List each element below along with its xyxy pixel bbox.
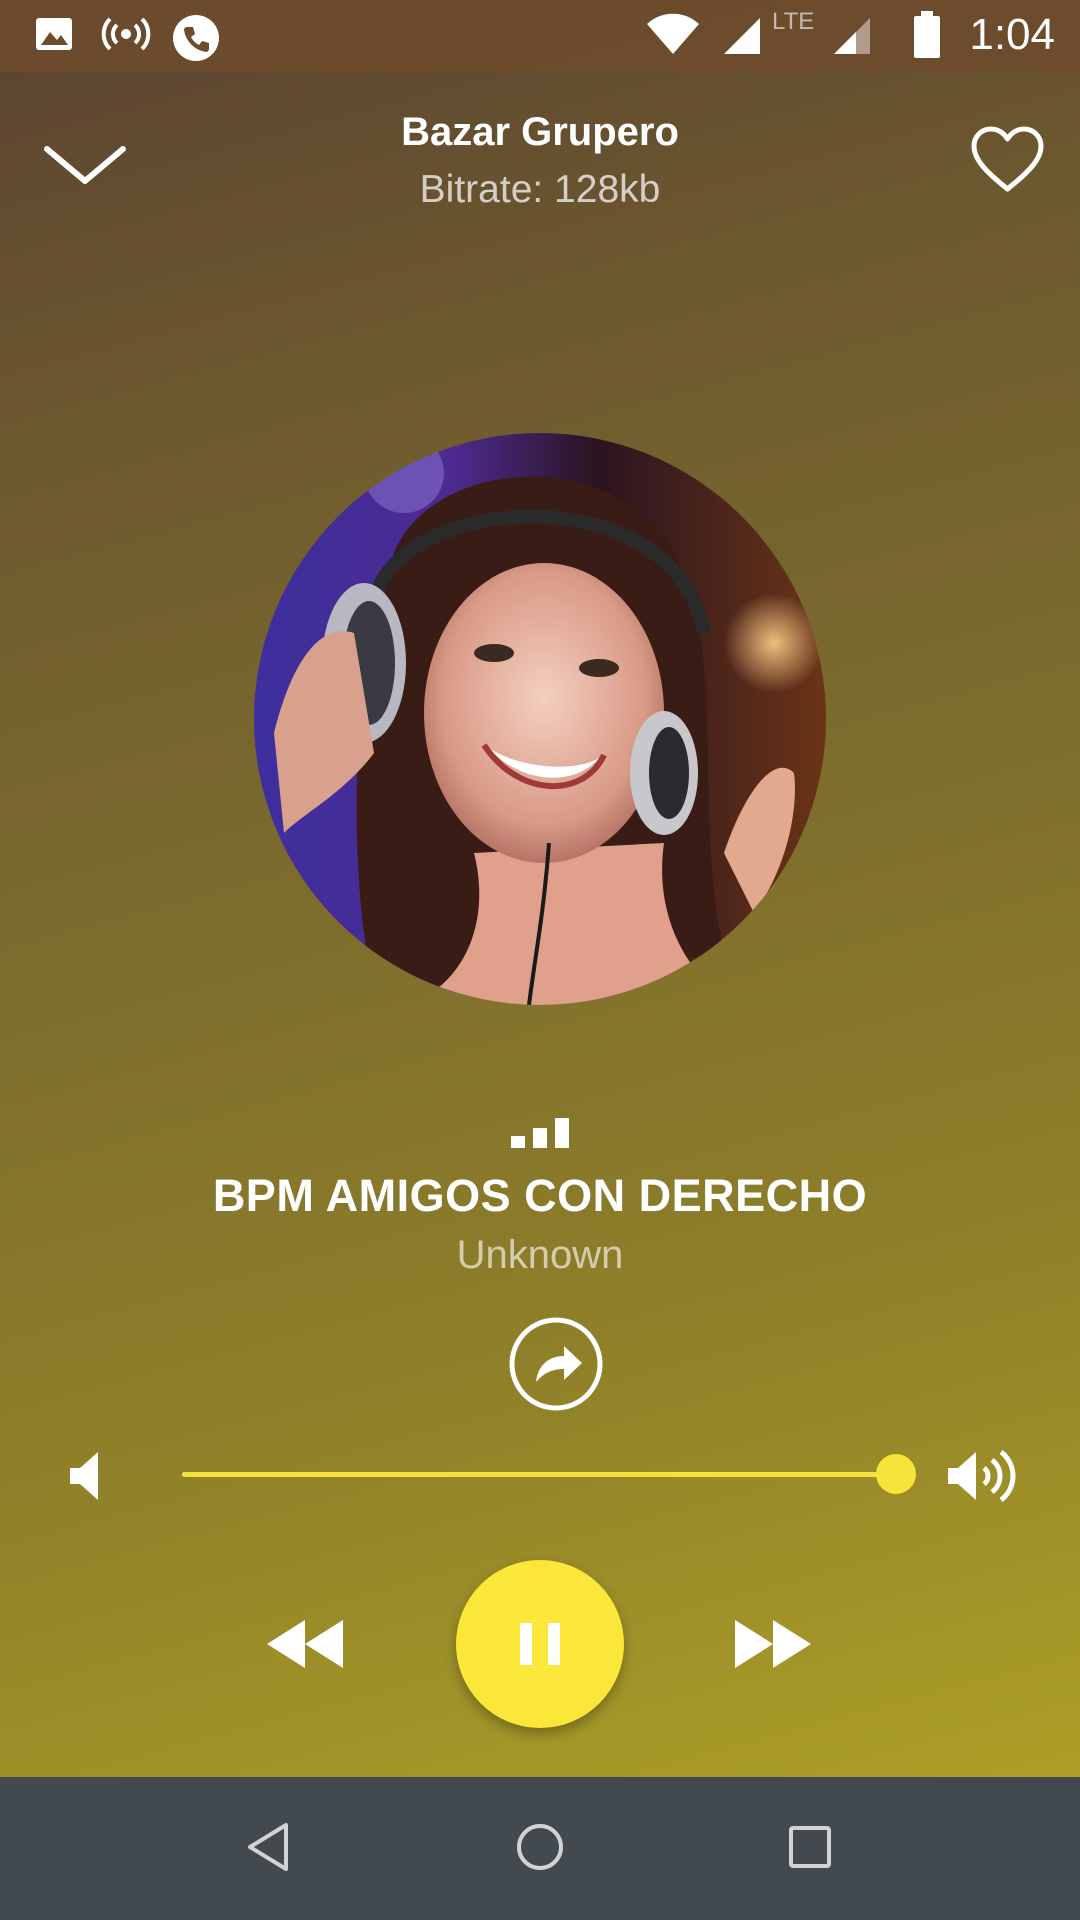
navigation-bar <box>0 1777 1080 1920</box>
image-icon <box>36 18 72 50</box>
hotspot-icon <box>101 17 151 51</box>
play-pause-button[interactable] <box>456 1560 624 1728</box>
lte-label: LTE <box>772 8 815 35</box>
volume-max-icon[interactable] <box>946 1448 1016 1504</box>
volume-thumb[interactable] <box>876 1454 916 1494</box>
bitrate-label: Bitrate: 128kb <box>419 168 661 211</box>
player-screen: LTE 1:04 Bazar Grupero Bitrate: 128kb BP… <box>0 0 1080 1920</box>
volume-fill <box>182 1472 898 1477</box>
track-title: BPM AMIGOS CON DERECHO <box>212 1170 868 1221</box>
volume-slider[interactable] <box>182 1454 916 1494</box>
volume-min-icon[interactable] <box>68 1448 108 1504</box>
back-icon[interactable] <box>240 1817 300 1877</box>
wifi-icon <box>647 13 699 54</box>
album-art <box>254 433 826 1005</box>
rewind-icon[interactable] <box>265 1618 345 1670</box>
heart-icon[interactable] <box>970 125 1045 195</box>
station-name: Bazar Grupero <box>401 110 679 154</box>
status-time: 1:04 <box>969 10 1055 59</box>
battery-icon <box>914 11 940 58</box>
lte-signal-icon <box>834 18 870 54</box>
status-bar: LTE 1:04 <box>0 0 1080 72</box>
fast-forward-icon[interactable] <box>733 1618 813 1670</box>
track-artist: Unknown <box>456 1233 624 1277</box>
share-icon[interactable] <box>508 1316 604 1412</box>
equalizer-icon <box>511 1118 569 1148</box>
home-icon[interactable] <box>510 1817 570 1877</box>
pause-icon <box>520 1623 560 1665</box>
recents-icon[interactable] <box>780 1817 840 1877</box>
phone-call-icon <box>173 15 219 61</box>
cell-signal-icon <box>724 18 760 54</box>
